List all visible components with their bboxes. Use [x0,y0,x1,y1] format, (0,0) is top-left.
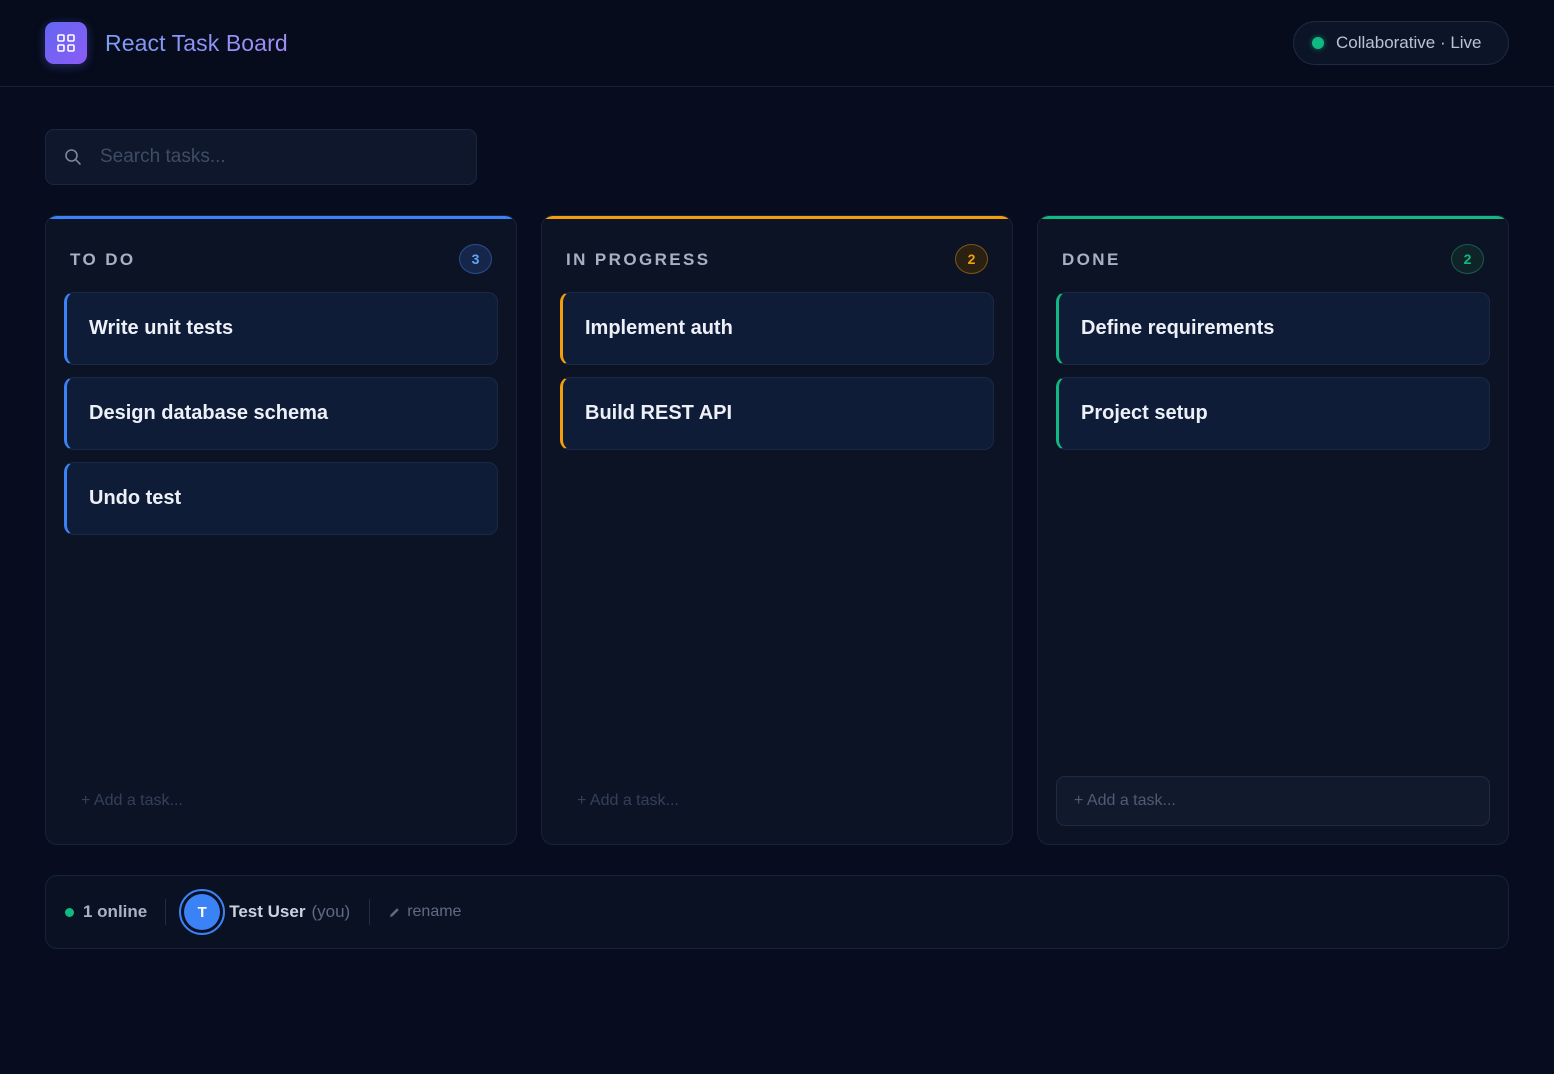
column-accent-bar [1038,216,1508,219]
search-icon [65,149,81,165]
live-status-badge: Collaborative · Live [1293,21,1509,65]
avatar: T [179,889,226,935]
task-title: Project setup [1081,402,1208,424]
column-count-badge: 3 [459,244,492,274]
task-title: Undo test [89,487,182,509]
rename-label: rename [407,903,462,920]
task-card[interactable]: Undo test [64,462,498,535]
app-title: React Task Board [105,30,288,56]
task-card[interactable]: Build REST API [560,377,994,450]
search-box[interactable] [45,129,477,185]
user-name: Test User [229,902,306,921]
app-header: React Task Board Collaborative · Live [0,0,1554,87]
online-count: 1 online [83,902,148,921]
column-count-badge: 2 [955,244,988,274]
user-self-tag: (you) [311,902,351,921]
column-accent-bar [46,216,516,219]
online-dot-icon [65,907,74,917]
task-title: Implement auth [585,317,733,339]
live-dot-icon [1312,37,1324,49]
board-grid-icon [45,22,87,64]
column-done: DONE 2 Define requirements Project setup… [1037,215,1509,845]
add-task-input[interactable]: + Add a task... [560,776,994,826]
avatar-initial: T [184,894,221,930]
pencil-icon [390,907,399,917]
divider [369,899,371,925]
column-in-progress: IN PROGRESS 2 Implement auth Build REST … [541,215,1013,845]
add-task-input[interactable]: + Add a task... [64,776,498,826]
task-title: Define requirements [1081,317,1275,339]
task-title: Design database schema [89,402,328,424]
column-accent-bar [542,216,1012,219]
column-title: DONE [1062,250,1121,269]
task-title: Build REST API [585,402,733,424]
column-count-badge: 2 [1451,244,1484,274]
divider [165,899,167,925]
add-task-input[interactable]: + Add a task... [1056,776,1490,826]
column-todo: TO DO 3 Write unit tests Design database… [45,215,517,845]
presence-bar: 1 online T Test User (you) rename [45,875,1509,949]
live-status-label: Collaborative · Live [1336,33,1482,52]
search-input[interactable] [100,146,460,168]
task-card[interactable]: Implement auth [560,292,994,365]
task-card[interactable]: Define requirements [1056,292,1490,365]
task-card[interactable]: Design database schema [64,377,498,450]
column-title: IN PROGRESS [566,250,711,269]
task-card[interactable]: Project setup [1056,377,1490,450]
rename-button[interactable]: rename [388,903,461,921]
column-title: TO DO [70,250,136,269]
task-title: Write unit tests [89,317,234,339]
task-card[interactable]: Write unit tests [64,292,498,365]
